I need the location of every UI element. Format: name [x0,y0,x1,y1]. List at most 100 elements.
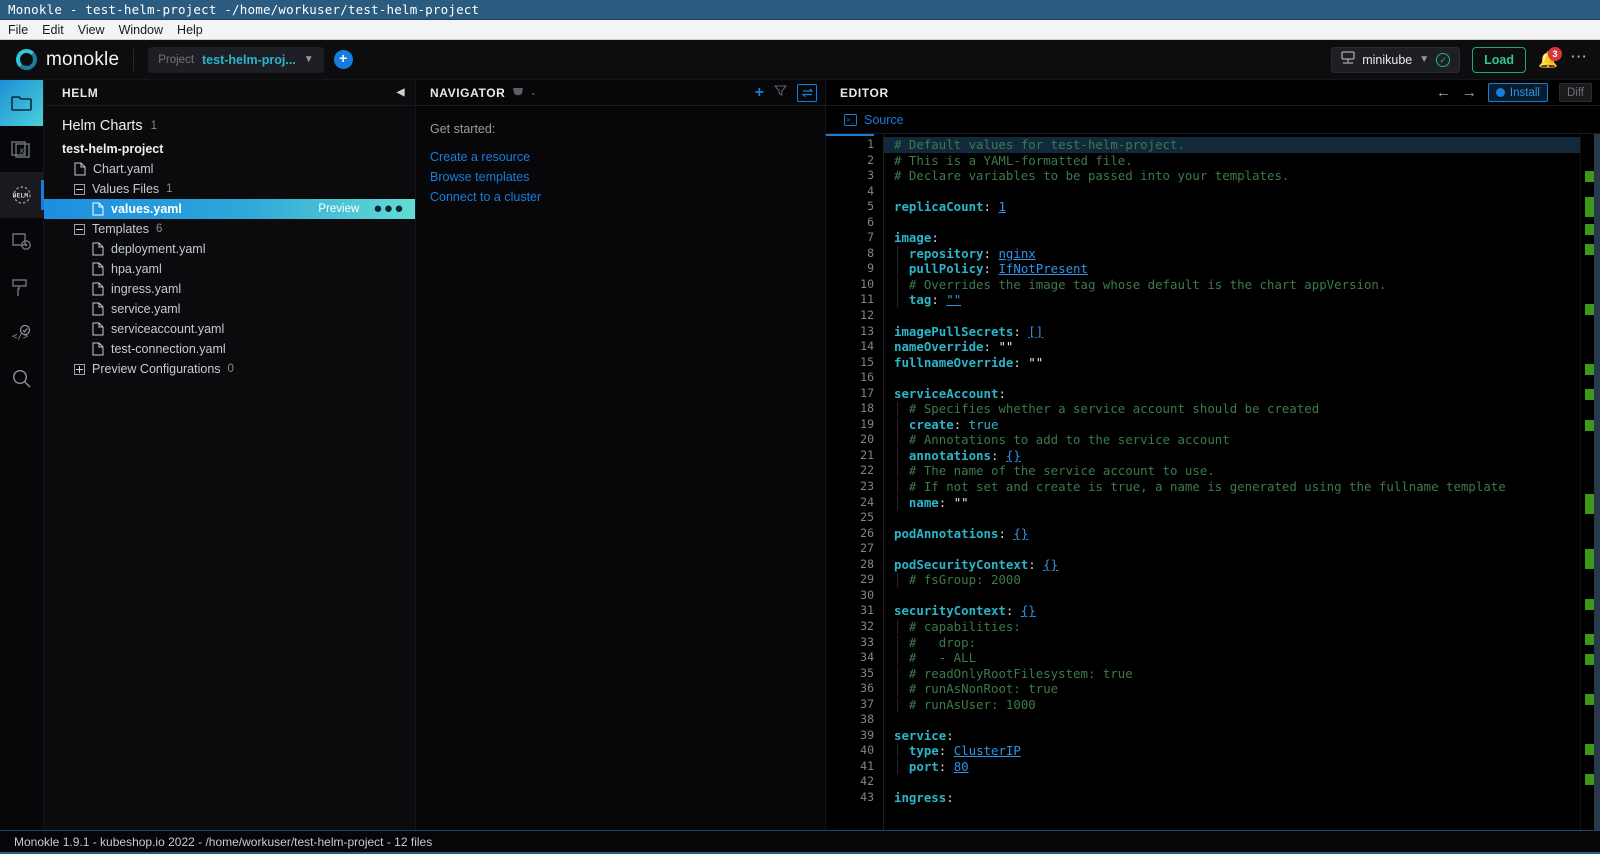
plus-circle-icon[interactable]: + [334,50,353,69]
cluster-selector[interactable]: minikube ▼ ✓ [1331,47,1460,73]
chart-root-name[interactable]: test-helm-project [44,138,415,159]
code-line[interactable] [884,712,1580,728]
install-button[interactable]: Install [1488,83,1548,102]
collapse-toggle-icon[interactable] [74,224,85,235]
code-line[interactable]: securityContext: {} [884,603,1580,619]
expand-toggle-icon[interactable] [74,364,85,375]
source-terminal-icon: >_ [844,114,857,126]
menu-item-file[interactable]: File [8,23,28,37]
tree-item-template[interactable]: deployment.yaml [44,239,415,259]
code-line[interactable]: │ type: ClusterIP [884,743,1580,759]
transfer-icon[interactable] [797,84,817,102]
collapse-toggle-icon[interactable] [74,184,85,195]
funnel-icon[interactable] [774,84,787,102]
ellipsis-icon[interactable]: ⋯ [1570,47,1588,73]
chevron-left-icon[interactable]: ◀ [397,87,405,98]
code-line[interactable]: serviceAccount: [884,386,1580,402]
code-line[interactable]: │ # fsGroup: 2000 [884,572,1580,588]
diff-button[interactable]: Diff [1559,83,1592,102]
code-token-iguide: │ [894,246,909,261]
tab-source[interactable]: >_ Source [840,106,908,134]
rail-item-helm[interactable]: HELM [0,172,43,218]
tree-group-values-files[interactable]: Values Files 1 [44,179,415,199]
code-line[interactable]: │ # runAsUser: 1000 [884,697,1580,713]
arrow-left-icon[interactable]: ← [1436,84,1451,101]
code-token-iguide: │ [894,448,909,463]
preview-action-label[interactable]: Preview [318,203,359,215]
code-line[interactable]: │ # capabilities: [884,619,1580,635]
code-line[interactable] [884,774,1580,790]
notifications-button[interactable]: 🔔 3 [1538,49,1558,71]
rail-item-validation[interactable]: </> [0,310,43,356]
editor-scrollbar[interactable] [1594,134,1600,830]
code-token-cmt: # Annotations to add to the service acco… [909,432,1230,447]
code-line[interactable]: ingress: [884,790,1580,806]
code-line[interactable]: │ pullPolicy: IfNotPresent [884,261,1580,277]
code-line[interactable]: │ # runAsNonRoot: true [884,681,1580,697]
link-connect-to-a-cluster[interactable]: Connect to a cluster [430,187,825,207]
code-line[interactable]: │ # - ALL [884,650,1580,666]
code-line[interactable]: │ port: 80 [884,759,1580,775]
code-line[interactable]: │ name: "" [884,495,1580,511]
code-token-val: true [969,417,999,432]
code-line[interactable]: # This is a YAML-formatted file. [884,153,1580,169]
tree-item-template[interactable]: test-connection.yaml [44,339,415,359]
rail-item-templates[interactable] [0,264,43,310]
menu-item-view[interactable]: View [78,23,105,37]
code-line[interactable]: # Declare variables to be passed into yo… [884,168,1580,184]
code-line[interactable]: podSecurityContext: {} [884,557,1580,573]
code-content[interactable]: # Default values for test-helm-project.#… [884,134,1580,830]
helm-charts-group[interactable]: Helm Charts 1 [44,114,415,138]
code-line[interactable]: │ # Overrides the image tag whose defaul… [884,277,1580,293]
code-line[interactable] [884,308,1580,324]
rail-item-kustomize[interactable]: K [0,126,43,172]
code-line[interactable] [884,370,1580,386]
menu-item-help[interactable]: Help [177,23,203,37]
code-line[interactable]: │ # The name of the service account to u… [884,463,1580,479]
link-create-a-resource[interactable]: Create a resource [430,147,825,167]
rail-item-preview[interactable] [0,218,43,264]
code-line[interactable] [884,184,1580,200]
rail-item-search[interactable] [0,356,43,402]
code-line[interactable]: replicaCount: 1 [884,199,1580,215]
project-selector[interactable]: Project test-helm-proj... ▼ [148,47,323,73]
code-line[interactable]: service: [884,728,1580,744]
code-line[interactable]: fullnameOverride: "" [884,355,1580,371]
code-line[interactable] [884,541,1580,557]
menu-item-window[interactable]: Window [119,23,163,37]
code-line[interactable]: │ annotations: {} [884,448,1580,464]
menu-item-edit[interactable]: Edit [42,23,64,37]
code-line[interactable]: nameOverride: "" [884,339,1580,355]
code-line[interactable]: image: [884,230,1580,246]
tree-item-template[interactable]: serviceaccount.yaml [44,319,415,339]
ellipsis-icon[interactable]: ●●● [373,205,405,213]
tree-item-template[interactable]: ingress.yaml [44,279,415,299]
line-number: 23 [826,479,883,495]
code-line[interactable]: │ create: true [884,417,1580,433]
tree-item-template[interactable]: hpa.yaml [44,259,415,279]
rail-item-file-explorer[interactable] [0,80,43,126]
code-line[interactable]: # Default values for test-helm-project. [884,137,1580,153]
tree-item-template[interactable]: service.yaml [44,299,415,319]
code-line[interactable]: │ # If not set and create is true, a nam… [884,479,1580,495]
code-line[interactable]: │ repository: nginx [884,246,1580,262]
code-line[interactable]: │ tag: "" [884,292,1580,308]
tree-item-values-yaml[interactable]: values.yaml Preview ●●● [44,199,415,219]
overview-ruler[interactable] [1580,134,1600,830]
code-line[interactable]: │ # drop: [884,635,1580,651]
code-line[interactable]: │ # Annotations to add to the service ac… [884,432,1580,448]
code-line[interactable]: │ # Specifies whether a service account … [884,401,1580,417]
tree-item-chart-yaml[interactable]: Chart.yaml [44,159,415,179]
code-line[interactable] [884,510,1580,526]
load-button[interactable]: Load [1472,47,1526,73]
link-browse-templates[interactable]: Browse templates [430,167,825,187]
tree-group-templates[interactable]: Templates 6 [44,219,415,239]
code-line[interactable]: │ # readOnlyRootFilesystem: true [884,666,1580,682]
plus-icon[interactable]: + [755,87,764,99]
arrow-right-icon[interactable]: → [1462,84,1477,101]
code-line[interactable]: imagePullSecrets: [] [884,324,1580,340]
code-line[interactable] [884,215,1580,231]
tree-group-preview-configurations[interactable]: Preview Configurations 0 [44,359,415,379]
code-line[interactable] [884,588,1580,604]
code-line[interactable]: podAnnotations: {} [884,526,1580,542]
